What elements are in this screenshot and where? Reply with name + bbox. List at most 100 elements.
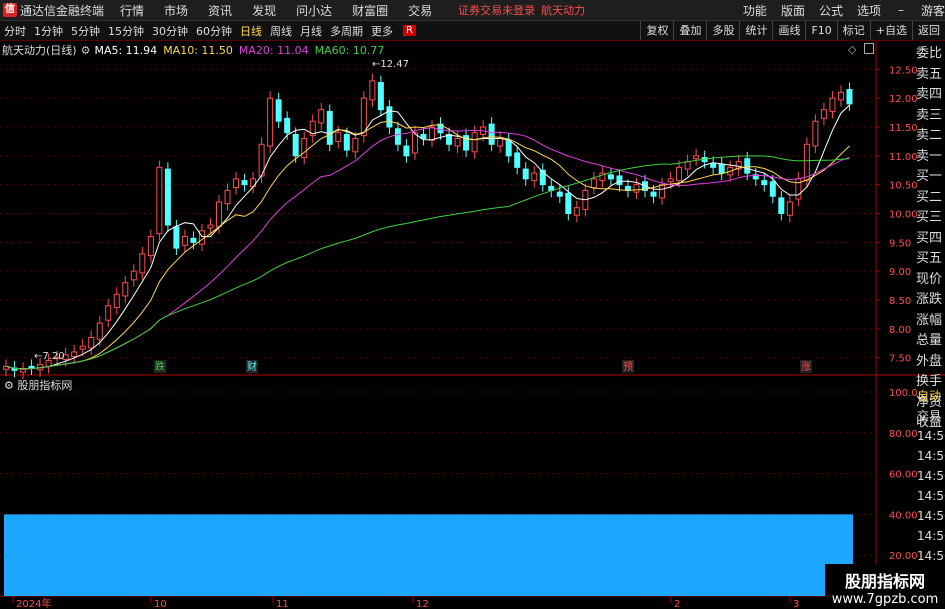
side-label-12: 涨跌 <box>916 292 943 307</box>
candle-body <box>676 166 683 182</box>
xtick-label: 2 <box>674 599 680 609</box>
candle-body <box>429 126 435 141</box>
ma-info-bar: 航天动力(日线) ⚙ MA5: 11.94 MA10: 11.50 MA20: … <box>2 42 384 58</box>
candle-body <box>190 237 197 243</box>
side-label-15: 外盘 <box>916 353 943 369</box>
ytick-label: 12.50 <box>889 65 918 76</box>
side-label-6: 买一 <box>916 169 943 184</box>
candle-body <box>241 180 248 186</box>
ytick-label: 10.50 <box>889 181 918 192</box>
side-label-9: 买四 <box>916 230 943 246</box>
ytick-label: 9.50 <box>889 238 911 249</box>
candle-body <box>837 91 844 101</box>
sub-settings-icon[interactable]: ⚙ <box>4 379 14 392</box>
candle-body <box>556 191 563 197</box>
candle-body <box>684 161 691 170</box>
candle-body <box>769 181 776 197</box>
low-annotation: ←7.20 <box>34 351 65 362</box>
watermark-line2: www.7gpzb.com <box>831 592 939 607</box>
side-trade-label-3: 14:56 <box>917 449 945 463</box>
candle-body <box>786 201 793 216</box>
side-label-13: 涨幅 <box>916 312 943 328</box>
side-trade-label-5: 14:56 <box>917 489 945 503</box>
candle-body <box>113 293 120 309</box>
candle-body <box>394 128 401 145</box>
candle-body <box>156 166 163 235</box>
candle-body <box>590 178 597 189</box>
sub-ytick-label: 60.00 <box>889 470 918 481</box>
expand-icon[interactable] <box>864 43 874 54</box>
watermark-line1: 股朋指标网 <box>844 572 925 591</box>
candle-body <box>812 120 819 147</box>
candle-body <box>505 139 512 157</box>
side-trade-label-0: 自动 <box>917 389 942 403</box>
candle-body <box>343 133 350 151</box>
side-trade-label-4: 14:56 <box>917 469 945 483</box>
candle-body <box>667 178 674 183</box>
candle-body <box>803 143 810 182</box>
sub-ytick-label: 80.00 <box>889 429 918 440</box>
candle-body <box>233 178 240 189</box>
candle-body <box>616 175 623 186</box>
side-label-4: 卖二 <box>916 128 943 143</box>
side-label-14: 总量 <box>916 333 943 348</box>
candle-body <box>633 184 640 193</box>
candle-body <box>744 158 751 174</box>
candle-body <box>130 270 137 281</box>
candle-body <box>147 236 154 257</box>
side-label-0: 委比 <box>916 46 943 61</box>
xtick-label: 3 <box>793 599 799 609</box>
side-label-11: 现价 <box>916 271 943 287</box>
candle-body <box>531 172 538 182</box>
candle-body <box>216 201 222 228</box>
side-label-8: 买三 <box>916 210 943 225</box>
ytick-label: 9.00 <box>889 267 911 278</box>
candle-body <box>267 97 274 147</box>
ytick-label: 8.00 <box>889 325 911 336</box>
ma60-label: MA60: 10.77 <box>314 43 385 57</box>
candle-body <box>198 230 205 245</box>
stock-title: 航天动力(日线) <box>2 44 77 57</box>
side-label-1: 卖五 <box>916 66 943 82</box>
candle-body <box>565 192 572 214</box>
candle-body <box>778 197 785 215</box>
candle-body <box>761 180 768 186</box>
side-label-3: 卖三 <box>916 107 943 123</box>
diamond-icon[interactable]: ◇ <box>848 43 856 56</box>
side-label-2: 卖四 <box>916 87 943 102</box>
ma20-label: MA20: 11.04 <box>238 43 309 57</box>
candle-body <box>105 305 112 321</box>
ytick-label: 11.50 <box>889 123 918 134</box>
candle-body <box>301 138 308 159</box>
settings-icon[interactable]: ⚙ <box>81 44 91 57</box>
candle-body <box>181 236 188 246</box>
candle-body <box>139 253 146 274</box>
sub-title-text: 股朋指标网 <box>17 379 73 392</box>
candle-body <box>284 117 291 134</box>
ytick-label: 8.50 <box>889 296 911 307</box>
indicator-area <box>4 514 853 596</box>
candle-body <box>820 109 827 119</box>
candle-body <box>488 123 495 145</box>
ma60-line <box>5 155 850 370</box>
candle-body <box>607 174 614 180</box>
ma5-label: MA5: 11.94 <box>94 43 158 57</box>
ytick-label: 7.50 <box>889 354 911 365</box>
candlestick-chart[interactable]: 12.50 12.00 11.50 11.00 10.50 10.00 9.50 9.00 8.… <box>0 0 945 609</box>
candle-body <box>846 88 853 105</box>
side-label-5: 卖一 <box>916 148 943 164</box>
candle-body <box>352 138 359 153</box>
candle-body <box>718 163 725 174</box>
candle-body <box>275 99 282 122</box>
candle-body <box>326 110 333 145</box>
watermark: 股朋指标网 www.7gpzb.com <box>825 564 945 609</box>
event-tag: 财 <box>247 360 257 373</box>
event-tag: 涨 <box>801 361 811 373</box>
candle-body <box>573 207 580 216</box>
candle-body <box>829 97 836 112</box>
candle-body <box>28 365 35 369</box>
side-quote-panel: 委比 卖五 卖四 卖三 卖二 卖一 买一 买二 买三 买四 买五 现价 涨跌 涨幅 总量 外盘 换手 净资 收益 <box>916 44 945 434</box>
candle-body <box>292 133 299 157</box>
ytick-label: 11.00 <box>889 152 918 163</box>
high-annotation: ←12.47 <box>372 59 409 70</box>
